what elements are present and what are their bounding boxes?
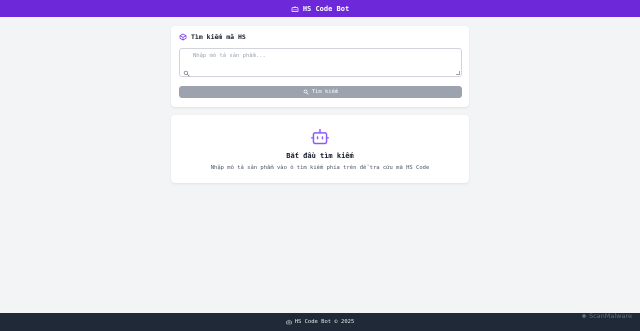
robot-icon [310,128,330,146]
result-card: Bắt đầu tìm kiếm Nhập mô tả sản phẩm vào… [171,115,469,183]
search-card-title: Tìm kiếm mã HS [191,33,246,41]
search-card: Tìm kiếm mã HS Nhập mô tả sản phẩm... Tì… [171,26,469,107]
watermark-logo-icon [581,313,587,319]
watermark: ScanMalware [581,312,632,320]
empty-state-title: Bắt đầu tìm kiếm [286,152,354,160]
product-description-placeholder: Nhập mô tả sản phẩm... [193,53,266,59]
empty-state-subtitle: Nhập mô tả sản phẩm vào ô tìm kiếm phía … [210,165,430,171]
footer-text: HS Code Bot © 2025 [294,319,355,325]
app-title: HS Code Bot [302,4,350,13]
textarea-resize-handle[interactable] [456,71,460,75]
search-card-header: Tìm kiếm mã HS [179,33,246,41]
search-button-label: Tìm kiếm [311,89,339,95]
footer: HS Code Bot © 2025 [0,313,640,331]
product-description-input[interactable]: Nhập mô tả sản phẩm... [179,48,462,77]
robot-icon [291,5,299,13]
search-icon [183,62,190,77]
robot-icon [286,319,292,325]
search-button[interactable]: Tìm kiếm [179,86,462,98]
watermark-text: ScanMalware [588,312,632,320]
top-navbar: HS Code Bot [0,0,640,17]
package-icon [179,33,187,41]
search-icon [303,89,309,95]
